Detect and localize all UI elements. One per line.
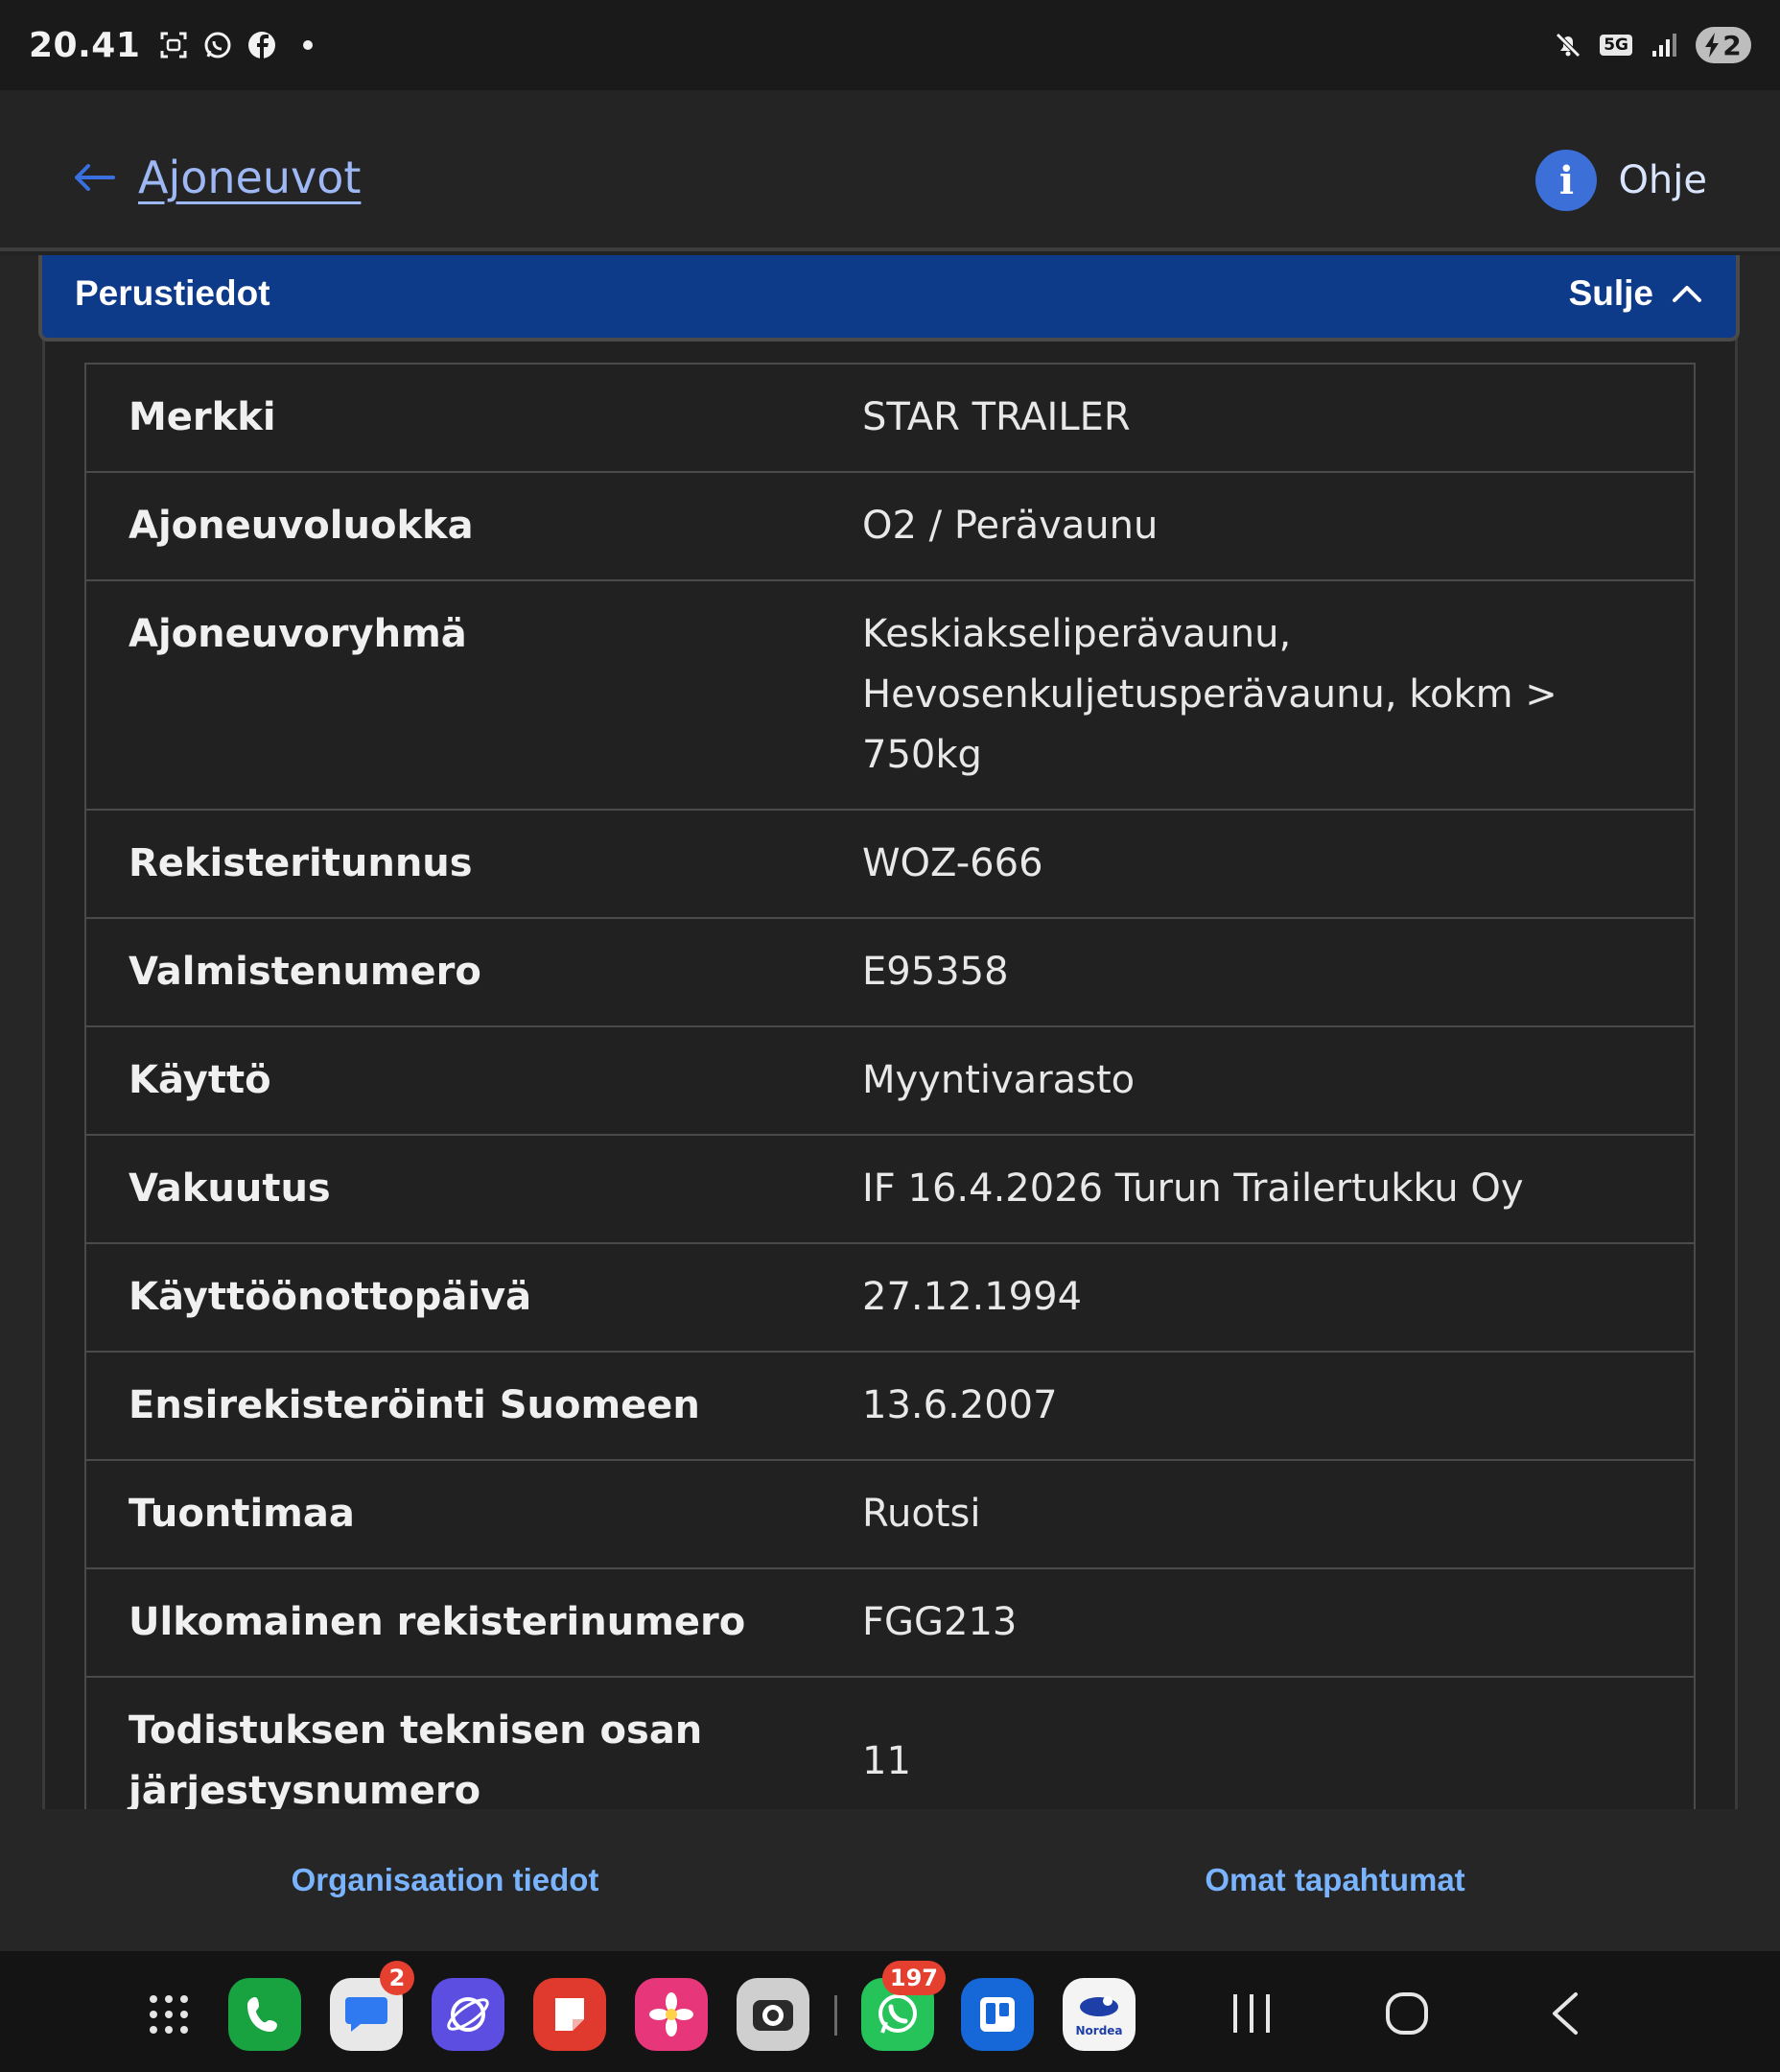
row-label: Ajoneuvoryhmä (129, 612, 467, 656)
app-drawer-icon (150, 1995, 188, 2034)
notes-icon (555, 1998, 584, 2031)
collapse-toggle[interactable]: Sulje (1569, 273, 1703, 314)
table-row: Käyttö Myyntivarasto (86, 1027, 1694, 1136)
arrow-left-icon (75, 164, 115, 191)
back-nav-button[interactable] (1531, 1980, 1598, 2047)
more-notifications-dot (303, 40, 314, 50)
row-value: 11 (862, 1738, 911, 1783)
row-label: Valmistenumero (129, 950, 481, 994)
table-row: Ensirekisteröinti Suomeen 13.6.2007 (86, 1353, 1694, 1461)
app-drawer-button[interactable] (132, 1978, 205, 2051)
row-label: Käyttö (129, 1058, 271, 1102)
phone-app[interactable] (228, 1978, 301, 2051)
table-row: Todistuksen teknisen osan järjestysnumer… (86, 1678, 1694, 1809)
table-row: Vakuutus IF 16.4.2026 Turun Trailertukku… (86, 1136, 1694, 1244)
screenshot-icon (157, 29, 190, 61)
dock-separator (834, 1995, 837, 2036)
app-header: Ajoneuvot i Ohje (0, 90, 1780, 251)
whatsapp-badge: 197 (881, 1961, 946, 1995)
messages-app[interactable]: 2 (330, 1961, 414, 2051)
notification-icons (157, 29, 314, 61)
row-value: O2 / Perävaunu (862, 504, 1159, 548)
phone-icon (247, 1997, 277, 2032)
row-label: Vakuutus (129, 1166, 331, 1211)
internet-icon (447, 1997, 489, 2032)
camera-app[interactable] (737, 1978, 809, 2051)
charging-bolt-icon (1705, 33, 1720, 58)
whatsapp-icon (878, 1994, 917, 2034)
gallery-app[interactable] (635, 1978, 708, 2051)
row-value: 13.6.2007 (862, 1383, 1058, 1427)
nordea-app[interactable]: Nordea (1063, 1978, 1136, 2051)
row-label: Ulkomainen rekisterinumero (129, 1600, 746, 1644)
messages-badge: 2 (380, 1961, 414, 1995)
row-label: Rekisteritunnus (129, 841, 473, 885)
recent-apps-icon (1233, 1994, 1270, 2033)
vehicle-details-table: Merkki STAR TRAILER Ajoneuvoluokka O2 / … (84, 363, 1696, 1809)
table-row: Ajoneuvoryhmä Keskiakseliperävaunu, Hevo… (86, 581, 1694, 811)
row-value: 27.12.1994 (862, 1275, 1083, 1319)
taskbar-dock: 2 197 Nordea (0, 1951, 1780, 2072)
help-label[interactable]: Ohje (1618, 158, 1707, 202)
battery-level: 2 (1722, 29, 1742, 61)
home-button[interactable] (1373, 1980, 1440, 2047)
battery-indicator: 2 (1696, 27, 1751, 63)
info-icon: i (1535, 150, 1598, 211)
table-row: Käyttöönottopäivä 27.12.1994 (86, 1244, 1694, 1353)
bottom-tab-bar: Organisaation tiedot Omat tapahtumat (0, 1809, 1780, 1951)
back-link-label[interactable]: Ajoneuvot (138, 152, 361, 203)
chevron-up-icon (1673, 286, 1701, 302)
trello-icon (980, 1997, 1015, 2032)
table-row: Rekisteritunnus WOZ-666 (86, 811, 1694, 919)
tab-own-events[interactable]: Omat tapahtumat (890, 1809, 1780, 1951)
gallery-icon (649, 1992, 693, 2037)
row-label: Todistuksen teknisen osan järjestysnumer… (129, 1708, 703, 1809)
chevron-left-icon (1553, 1992, 1578, 2035)
notes-app[interactable] (533, 1978, 606, 2051)
trello-app[interactable] (961, 1978, 1034, 2051)
status-time: 20.41 (29, 25, 141, 65)
section-title: Perustiedot (75, 273, 270, 313)
collapse-toggle-label[interactable]: Sulje (1569, 273, 1653, 314)
system-status-icons: 5G 2 (1552, 27, 1751, 63)
messages-icon (345, 1997, 387, 2032)
row-label: Käyttöönottopäivä (129, 1275, 532, 1319)
internet-app[interactable] (432, 1978, 504, 2051)
row-label: Ajoneuvoluokka (129, 504, 474, 548)
help-button[interactable]: i Ohje (1535, 150, 1707, 211)
row-value: Ruotsi (862, 1492, 981, 1536)
table-row: Ulkomainen rekisterinumero FGG213 (86, 1569, 1694, 1678)
tab-organisation-info[interactable]: Organisaation tiedot (0, 1809, 890, 1951)
row-value: WOZ-666 (862, 841, 1043, 885)
back-link[interactable]: Ajoneuvot (73, 152, 361, 203)
camera-icon (753, 2000, 793, 2031)
row-value: STAR TRAILER (862, 395, 1131, 439)
row-value: Keskiakseliperävaunu, Hevosenkuljetusper… (862, 612, 1558, 777)
signal-icon (1648, 29, 1680, 61)
network-type-label: 5G (1600, 35, 1632, 56)
nordea-label: Nordea (1075, 2024, 1123, 2037)
home-icon (1386, 1992, 1428, 2035)
table-row: Ajoneuvoluokka O2 / Perävaunu (86, 473, 1694, 581)
section-header-perustiedot: Perustiedot Sulje (38, 255, 1740, 341)
recent-apps-button[interactable] (1218, 1980, 1285, 2047)
status-bar: 20.41 5G 2 (0, 0, 1780, 90)
row-value: FGG213 (862, 1600, 1018, 1644)
table-row: Tuontimaa Ruotsi (86, 1461, 1694, 1569)
row-value: Myyntivarasto (862, 1058, 1136, 1102)
row-label: Ensirekisteröinti Suomeen (129, 1383, 700, 1427)
row-value: E95358 (862, 950, 1009, 994)
whatsapp-app[interactable]: 197 (861, 1961, 946, 2051)
scroll-content[interactable]: Perustiedot Sulje Merkki STAR TRAILER Aj… (0, 255, 1780, 1809)
whatsapp-status-icon (201, 29, 234, 61)
nordea-icon (1080, 1996, 1118, 2016)
table-row: Valmistenumero E95358 (86, 919, 1694, 1027)
facebook-icon (246, 29, 278, 61)
row-label: Tuontimaa (129, 1492, 355, 1536)
table-row: Merkki STAR TRAILER (86, 365, 1694, 473)
row-value: IF 16.4.2026 Turun Trailertukku Oy (862, 1166, 1524, 1211)
row-label: Merkki (129, 395, 276, 439)
mute-icon (1552, 29, 1584, 61)
